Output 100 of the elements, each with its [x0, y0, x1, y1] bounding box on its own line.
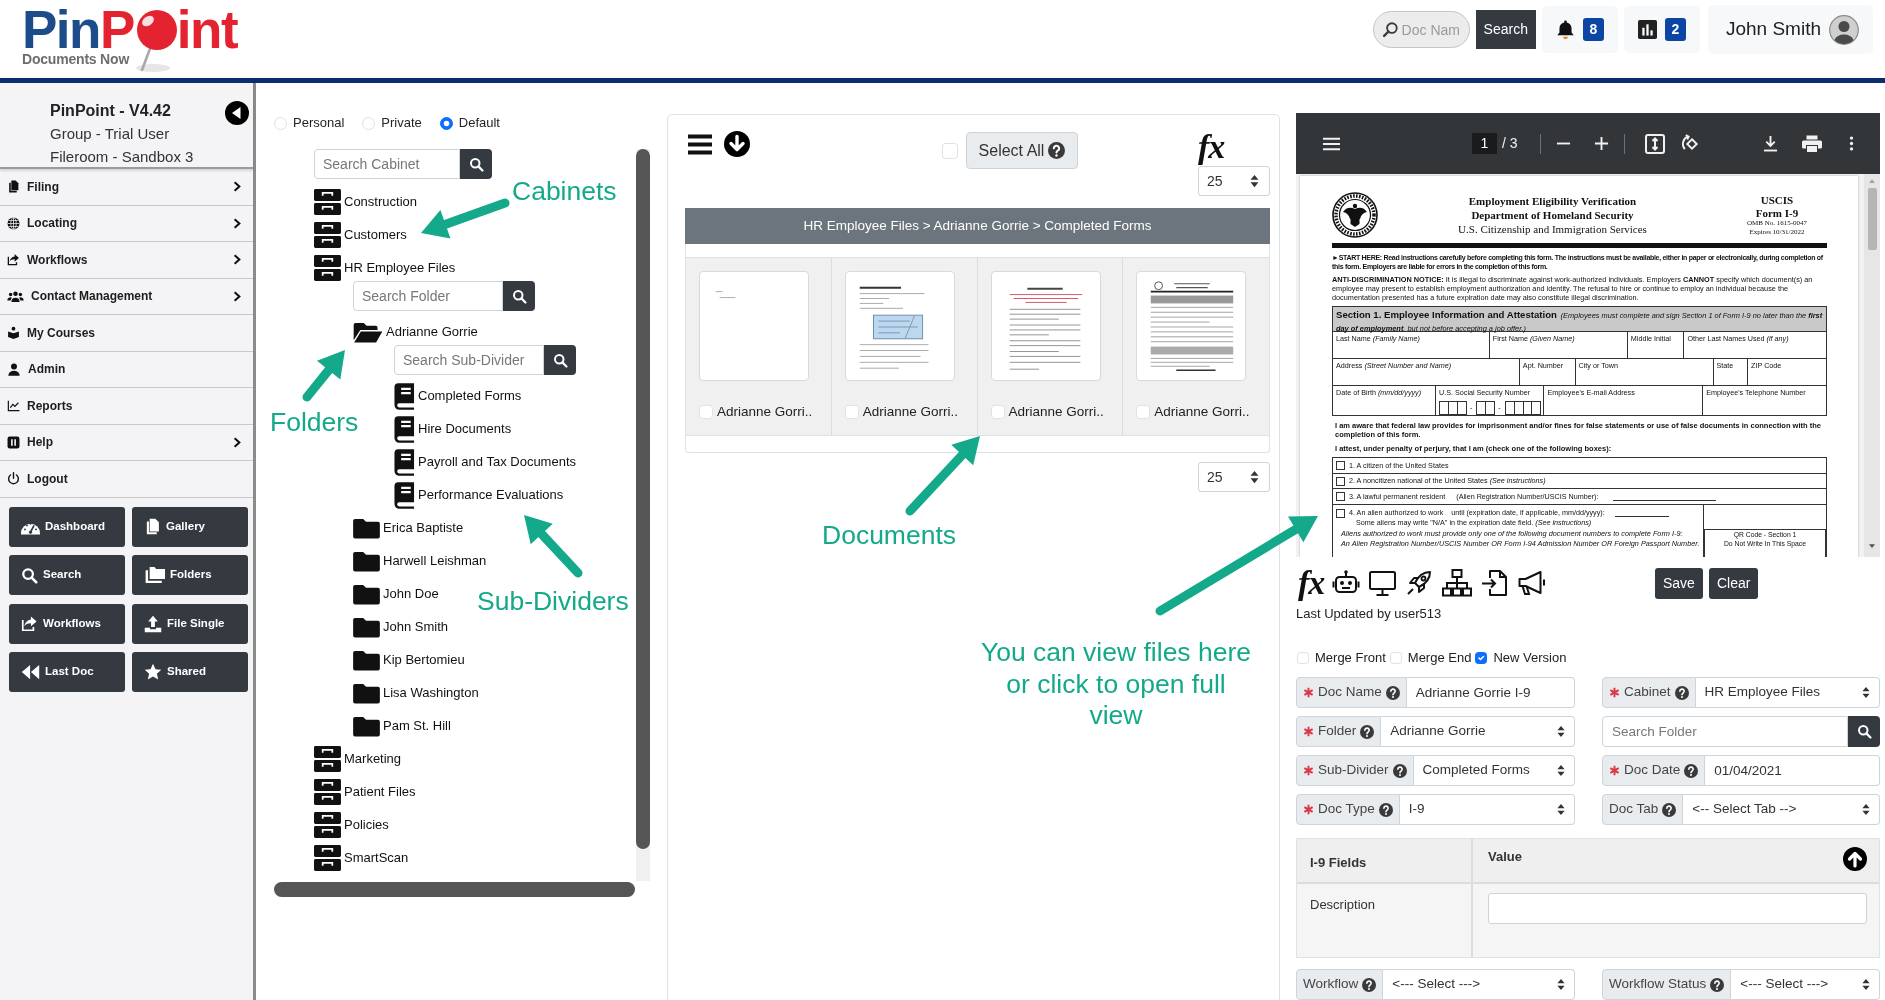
notifications-button[interactable]: 8	[1541, 6, 1618, 53]
search-button[interactable]	[503, 281, 535, 311]
shortcut-button[interactable]: Dashboard	[9, 506, 125, 547]
document-name[interactable]: Adrianne Gorri..	[1008, 402, 1104, 423]
select-all-button[interactable]: Select All	[966, 132, 1078, 169]
tree-item[interactable]: Harwell Leishman	[353, 548, 487, 574]
checkbox[interactable]	[1336, 461, 1345, 471]
checkbox-label[interactable]: Merge Front	[1315, 648, 1386, 668]
clear-button[interactable]: Clear	[1708, 567, 1759, 599]
rotate-icon[interactable]	[1681, 134, 1701, 153]
select-field[interactable]: HR Employee Files	[1695, 677, 1880, 708]
shortcut-button[interactable]: Shared	[132, 652, 248, 692]
menu-item[interactable]: Logout	[0, 461, 253, 498]
tree-item[interactable]: Payroll and Tax Documents	[394, 449, 576, 475]
help-icon[interactable]	[1710, 977, 1725, 992]
tree-item[interactable]: Erica Baptiste	[353, 515, 464, 541]
more-icon[interactable]	[1848, 135, 1854, 152]
search-button[interactable]	[544, 345, 576, 375]
help-icon[interactable]	[1392, 763, 1407, 778]
download-icon[interactable]	[724, 131, 750, 157]
fit-page-icon[interactable]	[1644, 133, 1665, 154]
digit-box[interactable]	[1504, 400, 1515, 415]
select-field[interactable]: Completed Forms	[1413, 755, 1575, 786]
checkbox-label[interactable]: Merge End	[1407, 648, 1472, 668]
tree-item[interactable]: Hire Documents	[394, 416, 512, 442]
digit-box[interactable]	[1522, 400, 1533, 415]
menu-icon[interactable]	[688, 133, 712, 155]
page-thumbnail-drawing[interactable]	[844, 271, 955, 381]
menu-item[interactable]: Locating	[0, 205, 253, 242]
radio-button[interactable]	[439, 116, 453, 130]
checkbox[interactable]	[1336, 476, 1345, 486]
user-menu-button[interactable]: John Smith	[1707, 5, 1873, 54]
help-icon[interactable]	[1360, 724, 1375, 739]
shortcut-button[interactable]: Workflows	[9, 603, 125, 644]
menu-item[interactable]: Help	[0, 424, 253, 461]
help-icon[interactable]	[1362, 977, 1377, 992]
scroll-down-icon[interactable]	[1868, 543, 1876, 549]
sitemap-icon[interactable]	[1441, 569, 1474, 597]
search-button[interactable]: Search	[1475, 10, 1536, 49]
file-import-icon[interactable]	[1481, 569, 1510, 597]
menu-item[interactable]: Workflows	[0, 242, 253, 279]
digit-box[interactable]	[1531, 400, 1542, 415]
page-size-select[interactable]: 25	[1198, 462, 1270, 492]
search-button[interactable]	[460, 149, 492, 179]
select-field[interactable]: I-9	[1399, 794, 1575, 825]
help-icon[interactable]	[1378, 802, 1393, 817]
page-size-select[interactable]: 25	[1198, 166, 1270, 196]
collapse-icon[interactable]	[225, 101, 249, 125]
scrollbar-thumb[interactable]	[1867, 188, 1877, 250]
search-field[interactable]: Doc Nam	[1372, 11, 1470, 48]
tree-item[interactable]: Performance Evaluations	[394, 482, 564, 508]
menu-item[interactable]: Admin	[0, 351, 253, 388]
document-scrollbar[interactable]	[1864, 174, 1880, 557]
tree-item[interactable]: SmartScan	[314, 845, 409, 871]
folder-search-field[interactable]: Search Folder	[353, 281, 503, 311]
monitor-icon[interactable]	[1368, 569, 1398, 597]
tree-item[interactable]: John Doe	[353, 581, 439, 607]
help-icon[interactable]	[1385, 685, 1400, 700]
horizontal-scrollbar[interactable]	[274, 882, 635, 897]
text-field[interactable]: 01/04/2021	[1705, 755, 1880, 786]
reports-button[interactable]: 2	[1623, 6, 1700, 53]
tree-item[interactable]: Kip Bertomieu	[353, 647, 465, 673]
tree-item[interactable]: John Smith	[353, 614, 449, 640]
tree-item[interactable]: Adrianne Gorrie	[353, 319, 478, 345]
digit-box[interactable]	[1456, 400, 1467, 415]
help-icon[interactable]	[1662, 802, 1677, 817]
tree-item[interactable]: Pam St. Hill	[353, 713, 451, 739]
radio-label[interactable]: Default	[458, 113, 500, 133]
document-name[interactable]: Adrianne Gorri..	[717, 402, 813, 423]
shortcut-button[interactable]: Search	[9, 555, 125, 595]
radio-label[interactable]: Personal	[293, 113, 345, 133]
tree-item[interactable]: Policies	[314, 812, 389, 838]
shortcut-button[interactable]: File Single	[132, 603, 248, 644]
page-thumbnail-drawing[interactable]	[1136, 271, 1247, 381]
menu-item[interactable]: My Courses	[0, 315, 253, 352]
cabinet-search-field[interactable]: Search Cabinet	[314, 149, 460, 179]
select-field[interactable]: <--- Select --->	[1383, 969, 1575, 1000]
value-field[interactable]	[1488, 893, 1867, 924]
tree-item[interactable]: Patient Files	[314, 779, 416, 805]
print-icon[interactable]	[1801, 134, 1822, 153]
arrow-up-icon[interactable]	[1843, 847, 1867, 871]
menu-item[interactable]: Contact Management	[0, 278, 253, 315]
search-field[interactable]: Search Folder	[1602, 716, 1848, 747]
shortcut-button[interactable]: Last Doc	[9, 652, 125, 692]
document-name[interactable]: Adrianne Gorri..	[862, 402, 959, 423]
text-field[interactable]: Adrianne Gorrie I-9	[1406, 677, 1575, 708]
digit-box[interactable]	[1476, 400, 1487, 415]
digit-box[interactable]	[1448, 400, 1458, 415]
help-icon[interactable]	[1674, 685, 1689, 700]
checkbox[interactable]	[1336, 508, 1345, 518]
tree-item[interactable]: Marketing	[314, 746, 402, 772]
zoom-in-icon[interactable]	[1593, 136, 1609, 151]
page-number-field[interactable]: 1	[1472, 133, 1497, 154]
tree-item[interactable]: Customers	[314, 222, 407, 248]
radio-label[interactable]: Private	[381, 113, 422, 133]
checkbox[interactable]	[1336, 492, 1345, 502]
select-field[interactable]: Adrianne Gorrie	[1381, 716, 1575, 747]
tree-item[interactable]: Construction	[314, 189, 417, 215]
digit-box[interactable]	[1439, 400, 1449, 415]
download-icon[interactable]	[1762, 135, 1778, 152]
